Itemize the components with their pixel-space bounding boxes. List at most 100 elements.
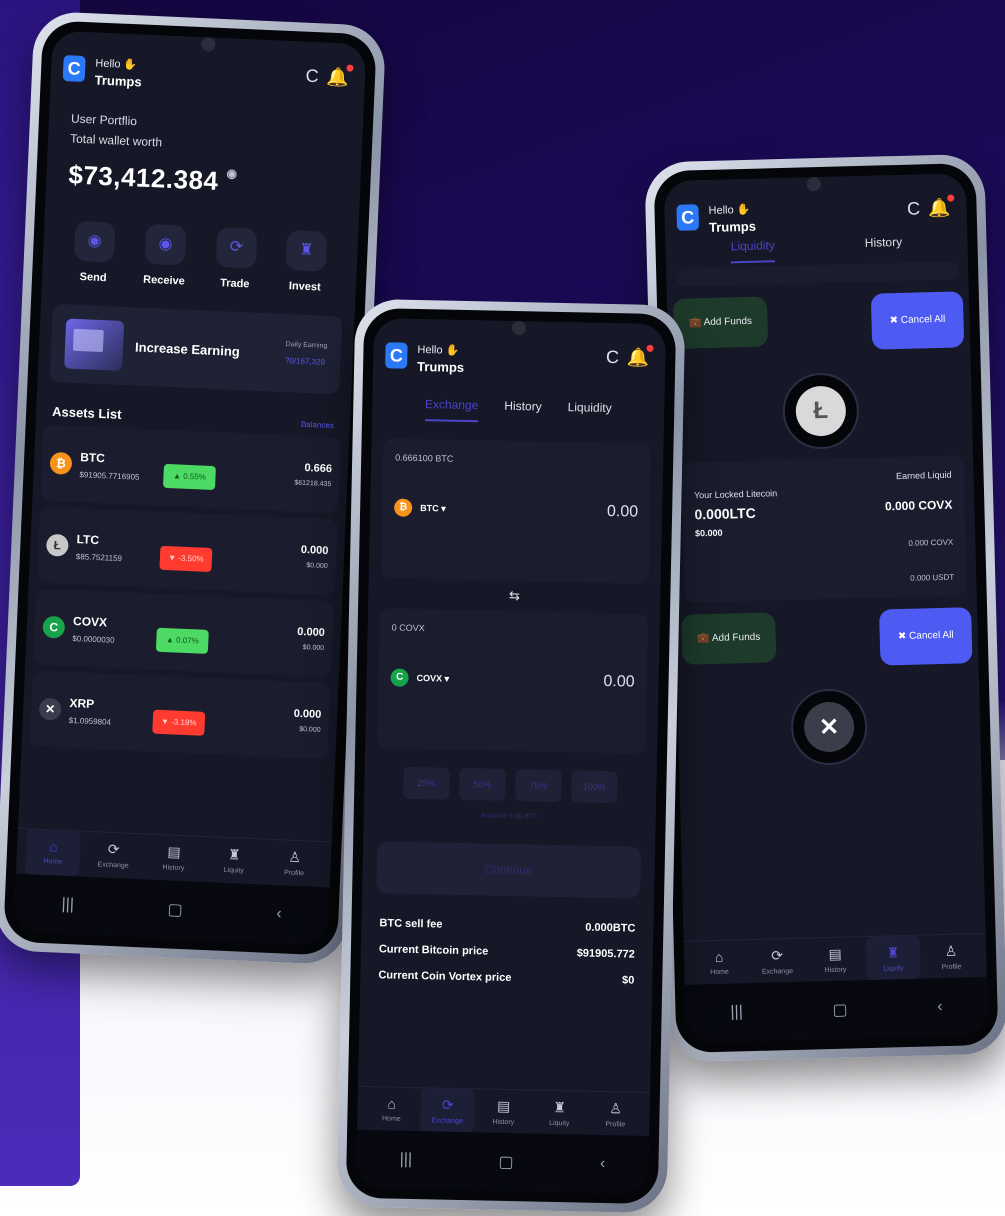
fee-row: BTC sell fee 0.000BTC — [379, 917, 636, 935]
recents-nav-icon[interactable]: ||| — [400, 1151, 413, 1169]
back-nav-icon[interactable]: ‹ — [937, 998, 943, 1016]
tab-liquidity[interactable]: Liquidity — [567, 400, 612, 425]
back-nav-icon[interactable]: ‹ — [276, 905, 282, 923]
tab-home[interactable]: ⌂ Home — [25, 829, 82, 877]
earned-covx: 0.000 COVX — [884, 497, 953, 514]
tab-exchange[interactable]: Exchange — [424, 397, 479, 423]
earning-banner[interactable]: Increase Earning Daily Earning ?0/167,32… — [49, 303, 343, 395]
refresh-icon[interactable]: C — [305, 66, 319, 88]
cancel-all-button[interactable]: ✖ Cancel All — [879, 607, 973, 666]
from-balance: 0.666100 BTC — [395, 452, 454, 464]
asset-amount: 0.000 — [293, 707, 322, 721]
trade-icon: ⟳ — [215, 226, 258, 269]
bell-icon[interactable]: 🔔 — [928, 198, 951, 220]
percent-75-button[interactable]: 75% — [515, 769, 562, 803]
tab-liquidity[interactable]: Liquidity — [730, 238, 776, 264]
refresh-icon[interactable]: C — [606, 347, 619, 368]
user-name: Trumps — [94, 72, 142, 90]
balance-note: Balance 0.00 BTC — [481, 812, 539, 821]
percent-25-button[interactable]: 25% — [403, 766, 450, 800]
system-nav-bar: ||| ▢ ‹ — [355, 1129, 650, 1194]
tab-home[interactable]: ⌂ Home — [692, 940, 747, 984]
tab-history[interactable]: ▤ History — [808, 937, 863, 981]
bell-icon[interactable]: 🔔 — [326, 67, 349, 89]
asset-row-btc[interactable]: ₿ BTC $91905.7716905 ▲ 0.55% 0.666 $6121… — [40, 424, 342, 514]
cancel-all-button[interactable]: ✖ Cancel All — [870, 291, 965, 350]
wallet-amount: $73,412.384 — [67, 159, 220, 196]
add-funds-button[interactable]: 💼 Add Funds — [672, 296, 769, 349]
home-icon: ⌂ — [387, 1095, 397, 1112]
tab-liquidity[interactable]: ♜ Liquity — [865, 935, 921, 981]
home-nav-icon[interactable]: ▢ — [498, 1152, 514, 1172]
tab-history[interactable]: ▤ History — [146, 834, 202, 881]
to-amount-input[interactable]: 0.00 — [603, 673, 634, 692]
fee-summary: BTC sell fee 0.000BTC Current Bitcoin pr… — [360, 893, 654, 987]
asset-row-ltc[interactable]: Ł LTC $85.7521159 ▼ -3.50% 0.000 $0.000 — [36, 506, 338, 596]
from-token-select[interactable]: BTC ▾ — [420, 503, 446, 515]
asset-price: $91905.7716905 — [79, 469, 140, 482]
asset-price: $1.0959804 — [68, 715, 112, 727]
quick-actions: ◉ Send ◉ Receive ⟳ Trade ♜ Invest — [42, 199, 359, 295]
locked-amount: 0.000LTC — [694, 504, 756, 523]
trade-action[interactable]: ⟳ Trade — [215, 226, 258, 291]
phone-exchange-mockup: C Hello ✋ Trumps C 🔔 Exchange History Li… — [336, 298, 686, 1214]
tab-history[interactable]: History — [865, 235, 903, 260]
send-action[interactable]: ◉ Send — [73, 220, 116, 285]
exchange-icon: ⟳ — [770, 947, 784, 964]
bell-icon[interactable]: 🔔 — [627, 347, 650, 368]
earned-covx-small: 0.000 COVX — [908, 537, 954, 548]
home-icon: ⌂ — [48, 838, 59, 855]
trade-label: Trade — [219, 277, 250, 291]
history-icon: ▤ — [167, 843, 182, 860]
wave-hand-icon: ✋ — [736, 203, 751, 217]
recents-nav-icon[interactable]: ||| — [730, 1003, 743, 1021]
percent-100-button[interactable]: 100% — [571, 770, 618, 804]
tab-history[interactable]: ▤ History — [476, 1089, 531, 1133]
tab-exchange[interactable]: ⟳ Exchange — [86, 832, 142, 879]
profile-icon: ♙ — [288, 848, 302, 866]
btc-coin-icon: ₿ — [49, 451, 73, 475]
asset-amount: 0.000 — [300, 543, 329, 557]
invest-action[interactable]: ♜ Invest — [285, 229, 328, 294]
asset-symbol: BTC — [79, 449, 106, 465]
tab-profile[interactable]: ♙ Profile — [267, 840, 323, 887]
from-amount-input[interactable]: 0.00 — [607, 503, 638, 522]
tab-profile[interactable]: ♙ Profile — [924, 934, 979, 978]
ltc-coin-icon: Ł — [45, 533, 69, 557]
asset-value: $0.000 — [299, 725, 321, 734]
tab-exchange[interactable]: ⟳ Exchange — [750, 939, 805, 983]
assets-title: Assets List — [51, 403, 122, 422]
bottom-tab-bar: ⌂ Home ⟳ Exchange ▤ History ♜ Liquity ♙ Profi… — [357, 1085, 650, 1136]
locked-value: $0.000 — [694, 527, 723, 539]
asset-symbol: LTC — [76, 531, 100, 547]
tab-liquidity[interactable]: ♜ Liquity — [206, 837, 262, 884]
continue-button[interactable]: Continue — [376, 841, 642, 899]
home-nav-icon[interactable]: ▢ — [832, 1000, 848, 1020]
receive-action[interactable]: ◉ Receive — [142, 223, 187, 288]
to-token-select[interactable]: COVX ▾ — [416, 673, 450, 685]
asset-row-covx[interactable]: C COVX $0.0000030 ▲ 0.07% 0.000 $0.000 — [33, 588, 335, 678]
liquidity-icon: ♜ — [553, 1098, 567, 1116]
recents-nav-icon[interactable]: ||| — [61, 896, 74, 915]
add-funds-button[interactable]: 💼 Add Funds — [681, 612, 777, 665]
wave-hand-icon: ✋ — [123, 58, 138, 72]
asset-amount: 0.666 — [304, 461, 333, 475]
balances-link[interactable]: Balances — [301, 420, 334, 430]
refresh-icon[interactable]: C — [907, 198, 921, 219]
banner-illustration — [64, 318, 125, 371]
asset-value: $0.000 — [302, 643, 325, 652]
home-nav-icon[interactable]: ▢ — [167, 899, 183, 920]
asset-row-xrp[interactable]: ✕ XRP $1.0959804 ▼ -3.18% 0.000 $0.000 — [29, 670, 331, 760]
tab-history[interactable]: History — [504, 399, 542, 424]
asset-price: $0.0000030 — [72, 633, 115, 645]
back-nav-icon[interactable]: ‹ — [600, 1155, 606, 1173]
tab-exchange[interactable]: ⟳ Exchange — [420, 1088, 476, 1133]
tab-home[interactable]: ⌂ Home — [364, 1087, 419, 1131]
eye-icon[interactable]: ◉ — [226, 166, 238, 180]
tab-liquidity[interactable]: ♜ Liquity — [532, 1091, 587, 1135]
user-name: Trumps — [708, 218, 757, 235]
tab-profile[interactable]: ♙ Profile — [588, 1092, 643, 1136]
percent-50-button[interactable]: 50% — [459, 767, 506, 801]
receive-label: Receive — [142, 273, 185, 288]
locked-label: Your Locked Litecoin — [693, 488, 778, 501]
